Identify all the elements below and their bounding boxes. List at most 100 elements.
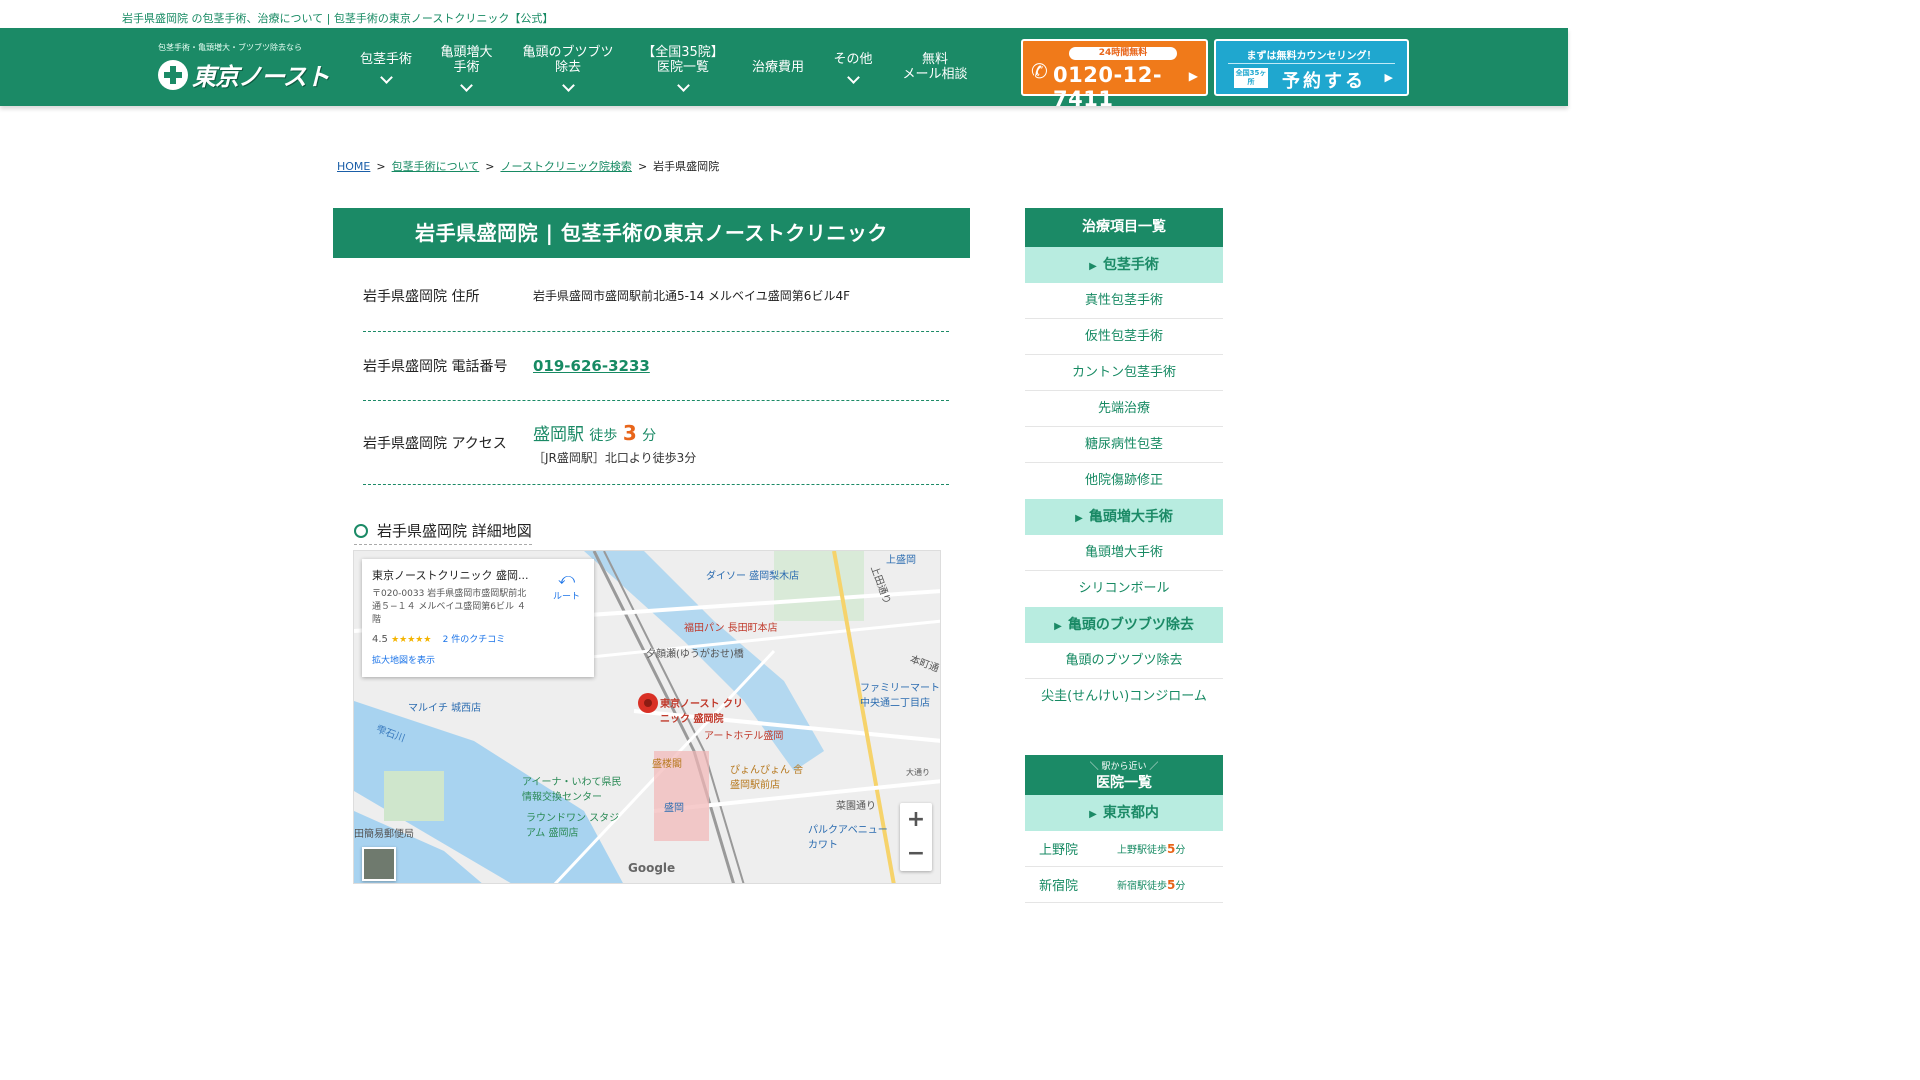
clinic-info-table: 岩手県盛岡院 住所 岩手県盛岡市盛岡駅前北通5-14 メルベイユ盛岡第6ビル4F… [363,258,949,485]
sidebar-item[interactable]: 真性包茎手術 [1025,283,1223,319]
nav-label: 無料 [921,52,948,67]
address-value: 岩手県盛岡市盛岡駅前北通5-14 メルベイユ盛岡第6ビル4F [533,289,850,303]
nav-cost[interactable]: 治療費用 [739,28,817,106]
access-row: 岩手県盛岡院 アクセス 盛岡駅 徒歩 3 分 ［JR盛岡駅］北口より徒歩3分 [363,401,949,485]
zoom-out-button[interactable]: − [900,837,932,871]
clinic-list-subheading: ＼ 駅から近い ／ [1089,762,1159,772]
walk-unit: 分 [1175,845,1186,856]
access-label: 岩手県盛岡院 アクセス [363,435,507,452]
nav-bump-removal[interactable]: 亀頭のブツブツ 除去 [509,28,627,106]
zoom-in-button[interactable]: + [900,803,932,837]
place-name: 東京ノーストクリニック 盛岡... [372,569,529,582]
reviews-link[interactable]: 2 件のクチコミ [443,635,506,645]
divider [1228,63,1395,64]
category-label: 亀頭増大手術 [1088,509,1173,525]
chevron-down-icon [846,71,860,84]
clinic-name: 新宿院 [1039,879,1079,894]
access-station: 盛岡駅 [533,424,584,445]
map-label: ぴょんぴょん 舎 盛岡駅前店 [730,765,804,791]
sidebar-item[interactable]: 先端治療 [1025,391,1223,427]
region-label: 東京都内 [1102,805,1159,821]
place-rating: 4.5 ★★★★★ 2 件のクチコミ [372,632,584,645]
triangle-right-icon: ▶ [1075,513,1083,524]
walk-unit: 分 [1175,881,1186,892]
nav-label: 亀頭のブツブツ [522,44,614,60]
reserve-label: 予約する [1282,71,1366,92]
global-nav: 包茎手術 亀頭増大 手術 亀頭のブツブツ 除去 【全国35院】 医院一覧 治療費… [348,28,981,106]
reserve-button[interactable]: まずは無料カウンセリング！ 全国35ヶ所 予約する ▶ [1214,39,1409,96]
sidebar-item[interactable]: 糖尿病性包茎 [1025,427,1223,463]
map-label: 田簡易郵便局 [354,829,414,840]
triangle-right-icon: ▶ [1054,621,1062,632]
breadcrumb-clinic-search[interactable]: ノーストクリニック院検索 [500,160,631,173]
nav-other[interactable]: その他 [817,28,889,106]
sidebar-category-glans[interactable]: ▶ 亀頭増大手術 [1025,499,1223,535]
view-larger-map-link[interactable]: 拡大地図を表示 [372,653,584,666]
sidebar-item[interactable]: 亀頭増大手術 [1025,535,1223,571]
map-label: アイーナ・いわて県民 情報交換センター [522,777,622,803]
triangle-right-icon: ▶ [1089,261,1097,272]
walk-text: 上野駅徒歩 [1117,845,1167,856]
map-label: 東京ノースト クリニック 盛岡院 [660,699,743,725]
access-summary: 盛岡駅 徒歩 3 分 [533,420,696,445]
phone-icon: ✆ [1031,59,1048,83]
nav-clinic-list[interactable]: 【全国35院】 医院一覧 [627,28,739,106]
breadcrumb-current: 岩手県盛岡院 [653,160,720,173]
sidebar-category-phimosis[interactable]: ▶ 包茎手術 [1025,247,1223,283]
breadcrumb-phimosis[interactable]: 包茎手術について [392,160,480,173]
zoom-control: + − [900,803,932,871]
access-unit: 分 [642,427,657,444]
map-label: ファミリーマート 中央通二丁目店 [860,683,940,709]
rating-value: 4.5 [372,634,388,645]
tel-label: 岩手県盛岡院 電話番号 [363,359,508,375]
nav-label: 【全国35院】 [642,44,724,60]
directions-button[interactable]: ⤺ ルート [553,569,580,602]
call-button[interactable]: ✆ 24時間無料 0120-12-7411 ▶ [1021,39,1208,111]
walk-text: 新宿駅徒歩 [1117,881,1167,892]
nav-mail-consult[interactable]: 無料 メール相談 [889,28,981,106]
clinic-walk: 上野駅徒歩5分 [1117,841,1185,856]
chevron-down-icon [561,78,575,92]
sidebar-item[interactable]: 仮性包茎手術 [1025,319,1223,355]
logo-text: 東京ノースト [192,63,330,91]
map-label: ラウンドワン スタジアム 盛岡店 [526,813,620,839]
sidebar-item[interactable]: 尖圭(せんけい)コンジローム [1025,679,1223,715]
sidebar-item[interactable]: 亀頭のブツブツ除去 [1025,643,1223,679]
embedded-map[interactable]: ダイソー 盛岡梨木店 福田パン 長田町本店 夕顔瀬(ゆうがおせ)橋 マルイチ 城… [353,550,941,884]
map-label: パルクアベニュー カワト [808,825,888,851]
directions-label: ルート [552,592,580,602]
breadcrumb: HOME > 包茎手術について > ノーストクリニック院検索 > 岩手県盛岡院 [337,160,720,173]
breadcrumb-home[interactable]: HOME [337,160,370,173]
nav-phimosis[interactable]: 包茎手術 [348,28,424,106]
nav-label: メール相談 [902,67,968,82]
tel-link[interactable]: 019-626-3233 [533,357,650,375]
star-rating-icon: ★★★★★ [391,635,432,645]
map-label: 盛楼閣 [652,759,682,770]
clinic-count-badge: 全国35ヶ所 [1234,68,1268,88]
chevron-down-icon [460,78,473,92]
free-call-badge: 24時間無料 [1069,47,1177,60]
map-heading-text: 岩手県盛岡院 詳細地図 [377,522,532,540]
chevron-down-icon [379,71,393,84]
cross-icon [158,59,188,90]
sidebar-item[interactable]: カントン包茎手術 [1025,355,1223,391]
category-label: 包茎手術 [1102,257,1159,273]
sidebar-category-bumps[interactable]: ▶ 亀頭のブツブツ除去 [1025,607,1223,643]
directions-icon: ⤺ [557,569,576,588]
clinic-row[interactable]: 上野院 上野駅徒歩5分 [1025,831,1223,867]
place-card: 東京ノーストクリニック 盛岡... 〒020-0033 岩手県盛岡市盛岡駅前北通… [362,559,594,677]
sidebar-region-tokyo[interactable]: ▶ 東京都内 [1025,795,1223,831]
map-label: 大通り [906,768,930,777]
nav-label: 医院一覧 [656,59,709,75]
clinic-list-title: 医院一覧 [1096,775,1152,791]
map-label: 上盛岡 [886,555,916,566]
logo[interactable]: 包茎手術・亀頭増大・ブツブツ除去なら 東京ノースト [158,42,330,92]
sidebar-item[interactable]: 他院傷跡修正 [1025,463,1223,499]
clinic-row[interactable]: 新宿院 新宿駅徒歩5分 [1025,867,1223,903]
nav-glans-enlargement[interactable]: 亀頭増大 手術 [424,28,509,106]
nav-label: 手術 [453,59,480,75]
sidebar-item[interactable]: シリコンボール [1025,571,1223,607]
triangle-right-icon: ▶ [1089,809,1097,820]
satellite-toggle[interactable] [362,847,396,881]
arrow-right-icon: ▶ [1188,69,1198,83]
